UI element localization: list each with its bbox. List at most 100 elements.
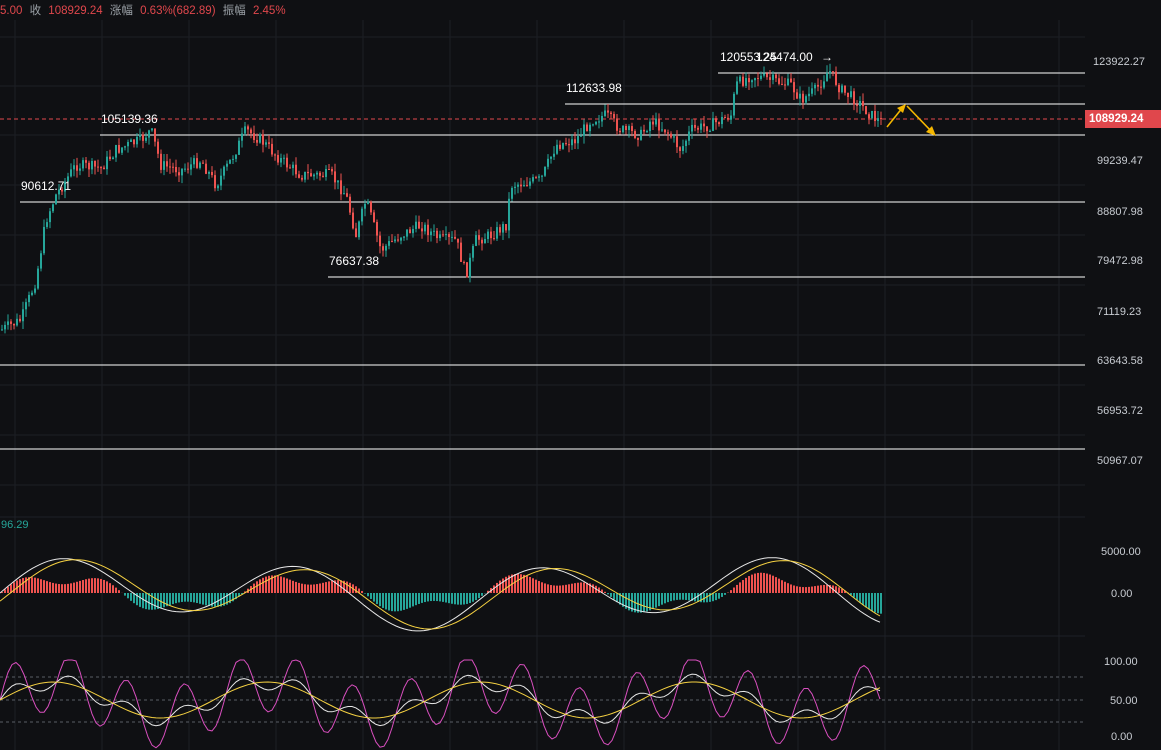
candle-body — [91, 161, 93, 170]
macd-bar — [688, 593, 690, 601]
macd-bar — [316, 584, 318, 593]
candle-body — [706, 126, 708, 132]
candle-body — [724, 116, 726, 118]
macd-bar — [172, 593, 174, 605]
macd-bar — [538, 581, 540, 593]
candle-body — [481, 239, 483, 244]
candle-body — [844, 85, 846, 93]
macd-bar — [577, 582, 579, 593]
candle-body — [817, 84, 819, 87]
macd-bar — [736, 584, 738, 593]
macd-bar — [181, 593, 183, 602]
macd-bar — [412, 593, 414, 607]
candle-body — [424, 224, 426, 232]
macd-bar — [451, 593, 453, 604]
forecast-arrows — [886, 104, 936, 136]
macd-bar — [337, 580, 339, 593]
candle-body — [25, 302, 27, 310]
macd-bar — [541, 582, 543, 593]
macd-bar — [61, 584, 63, 593]
candle-body — [187, 168, 189, 170]
macd-bar — [784, 581, 786, 593]
candle-body — [373, 212, 375, 223]
candle-body — [169, 166, 171, 168]
macd-bar — [310, 584, 312, 593]
candle-body — [529, 181, 531, 186]
candle-body — [571, 139, 573, 146]
macd-bar — [676, 593, 678, 600]
candle-body — [784, 84, 786, 86]
macd-bar — [364, 593, 366, 594]
candle-body — [661, 129, 663, 131]
candle-body — [538, 176, 540, 178]
macd-bar — [712, 593, 714, 602]
candle-body — [331, 169, 333, 172]
candle-body — [871, 110, 873, 119]
candle-body — [712, 118, 714, 131]
macd-bar — [862, 593, 864, 606]
macd-bar — [877, 593, 879, 614]
candle-body — [643, 129, 645, 132]
macd-bar — [70, 583, 72, 593]
candle-body — [22, 309, 24, 322]
macd-bar — [865, 593, 867, 608]
macd-bar — [298, 582, 300, 593]
macd-bar — [79, 580, 81, 593]
macd-bar — [325, 582, 327, 593]
annotation-105139: 105139.36 — [101, 112, 158, 126]
macd-bar — [559, 585, 561, 593]
macd-bar — [775, 577, 777, 593]
macd-bar — [295, 581, 297, 593]
macd-bar — [418, 593, 420, 604]
macd-bar — [730, 590, 732, 593]
macd-bar — [820, 585, 822, 593]
macd-bar — [457, 593, 459, 605]
candle-body — [727, 117, 729, 120]
candle-body — [412, 228, 414, 234]
candle-body — [448, 234, 450, 237]
candle-body — [742, 76, 744, 86]
macd-bar — [403, 593, 405, 610]
macd-bar — [535, 579, 537, 593]
candle-body — [157, 141, 159, 154]
macd-bar — [814, 586, 816, 593]
macd-pane — [0, 557, 882, 632]
macd-bar — [445, 593, 447, 603]
candle-body — [640, 129, 642, 140]
macd-left-value: 96.29 — [1, 519, 29, 531]
candle-body — [301, 177, 303, 180]
candle-body — [574, 139, 576, 144]
macd-bar — [562, 585, 564, 593]
candle-body — [850, 91, 852, 98]
macd-bar — [733, 587, 735, 593]
candle-body — [88, 162, 90, 170]
macd-bar — [55, 583, 57, 593]
macd-bar — [517, 573, 519, 593]
macd-bar — [37, 578, 39, 593]
candle-body — [670, 133, 672, 138]
candle-body — [415, 221, 417, 229]
macd-bar — [430, 593, 432, 602]
candle-body — [613, 114, 615, 119]
candle-body — [439, 234, 441, 239]
candle-body — [838, 84, 840, 93]
macd-bar — [268, 575, 270, 593]
candle-body — [793, 82, 795, 93]
macd-bar — [592, 584, 594, 593]
candle-body — [787, 78, 789, 86]
price-tick-4: 79472.98 — [1097, 255, 1143, 267]
candle-body — [106, 156, 108, 170]
candle-body — [7, 321, 9, 325]
candle-body — [355, 228, 357, 238]
candle-body — [541, 175, 543, 177]
candle-body — [202, 162, 204, 164]
macd-bar — [94, 578, 96, 593]
macd-bar — [760, 572, 762, 593]
macd-bar — [322, 582, 324, 593]
candle-body — [709, 130, 711, 132]
candle-body — [214, 175, 216, 189]
candlestick-chart[interactable]: 90612.71 105139.36 76637.38 112633.98 12… — [0, 0, 1161, 750]
macd-bar — [88, 578, 90, 593]
candle-body — [469, 257, 471, 278]
candle-body — [406, 229, 408, 237]
